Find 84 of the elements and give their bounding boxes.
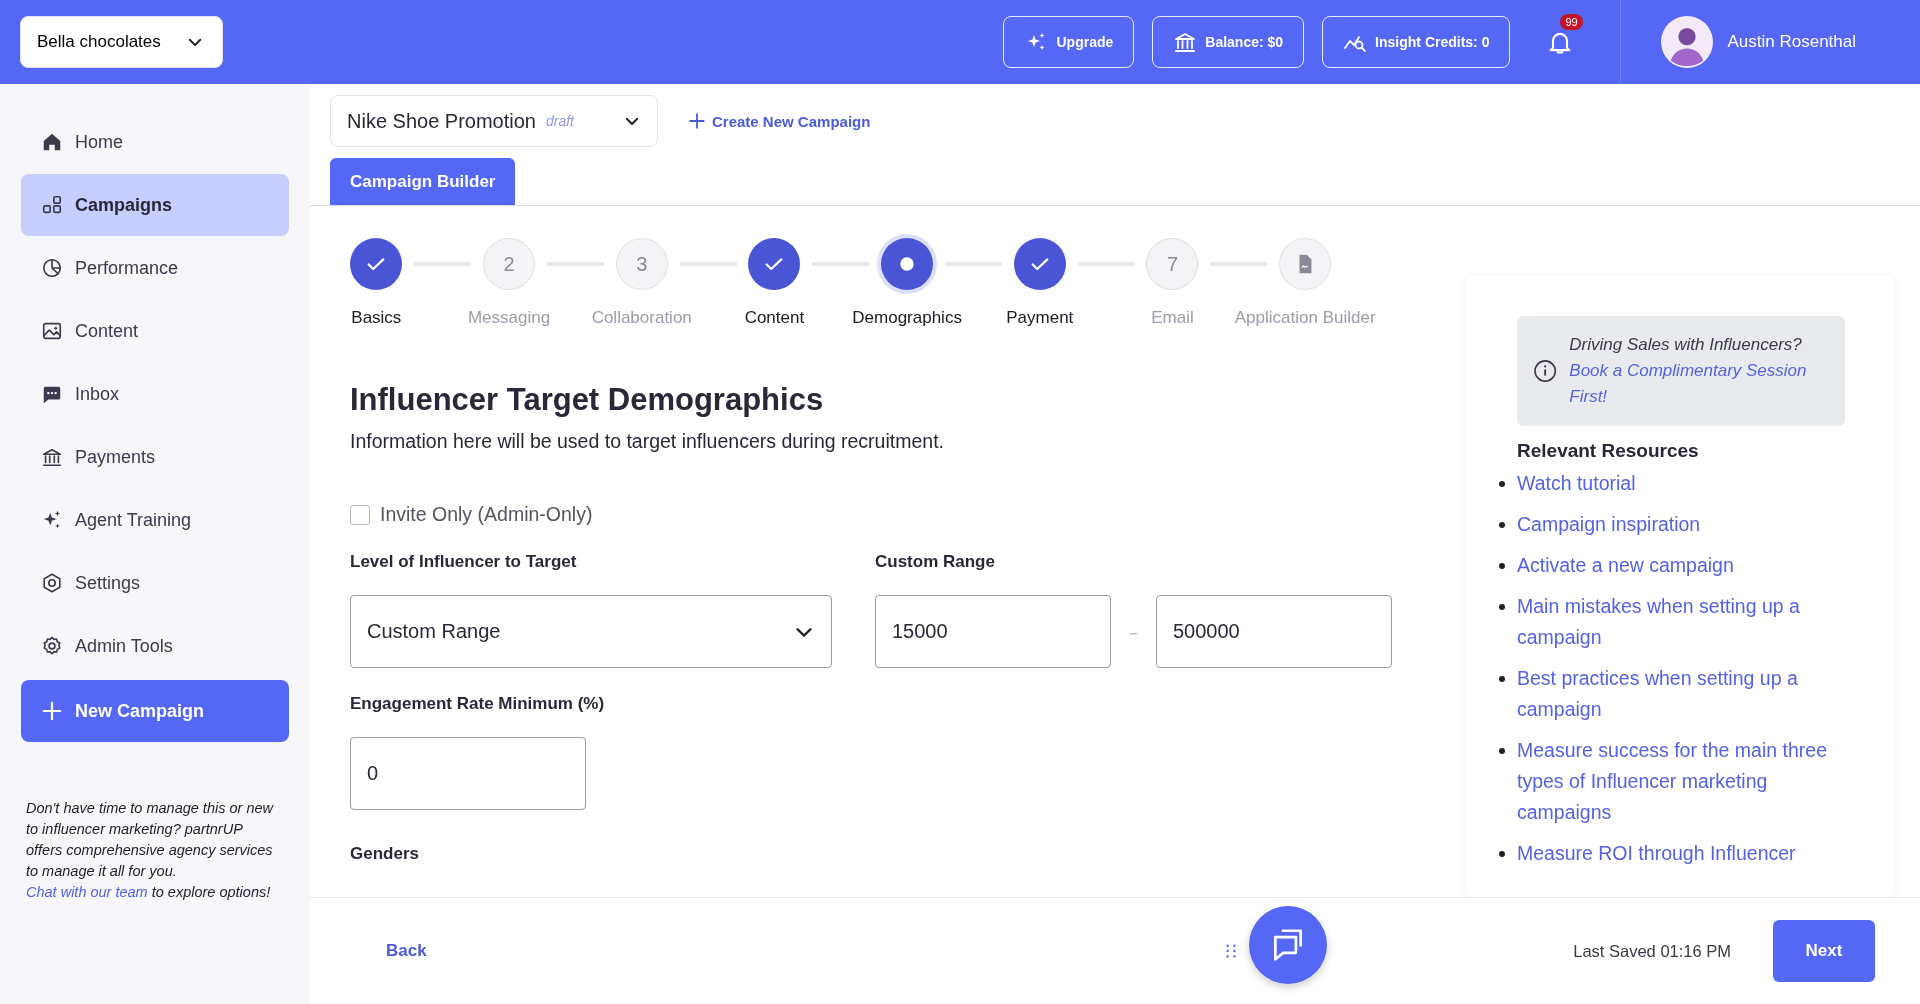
- checkbox-label: Invite Only (Admin-Only): [380, 503, 593, 526]
- nav-item[interactable]: Campaigns: [21, 174, 289, 236]
- input-field[interactable]: 500000: [1156, 595, 1392, 668]
- brand-dropdown[interactable]: Bella chocolates: [20, 16, 223, 68]
- step-label: Collaboration: [591, 308, 692, 328]
- status-label: draft: [546, 113, 574, 129]
- field-label: Level of Influencer to Target: [350, 552, 578, 572]
- bullet-icon: [1499, 676, 1505, 682]
- step-label: Messaging: [467, 308, 551, 328]
- field-label: Engagement Rate Minimum (%): [350, 694, 605, 714]
- nav-item[interactable]: Inbox: [21, 363, 289, 425]
- step-circle[interactable]: [881, 238, 934, 290]
- gear-icon: [41, 635, 63, 657]
- nav-item[interactable]: Settings: [21, 552, 289, 614]
- step-label: Application Builder: [1234, 308, 1376, 328]
- create-campaign-link[interactable]: Create New Campaign: [688, 112, 871, 130]
- field-label: Custom Range: [875, 552, 996, 572]
- step-circle[interactable]: 7: [1146, 238, 1199, 290]
- resource-link[interactable]: Campaign inspiration: [1517, 509, 1857, 540]
- level-dropdown[interactable]: Custom Range: [350, 595, 832, 668]
- range-separator: –: [1129, 621, 1138, 642]
- nav-item[interactable]: Admin Tools: [21, 615, 289, 677]
- nav-item[interactable]: Performance: [21, 237, 289, 299]
- checkbox[interactable]: [350, 504, 370, 525]
- image-icon: [41, 320, 63, 342]
- balance-button[interactable]: Balance: $0: [1152, 16, 1305, 68]
- bank-icon: [1173, 30, 1198, 54]
- user-name: Austin Rosenthal: [1727, 32, 1856, 52]
- plus-icon: [41, 700, 63, 722]
- credits-button[interactable]: Insight Credits: 0: [1322, 16, 1511, 68]
- step-label: Basics: [351, 308, 402, 328]
- resource-link[interactable]: Measure success for the main three types of Influencer marketing campaigns: [1517, 735, 1857, 828]
- step-circle[interactable]: [350, 238, 403, 290]
- nav-item[interactable]: Agent Training: [21, 489, 289, 551]
- step-label: Payment: [1006, 308, 1074, 328]
- bank-icon: [41, 446, 63, 468]
- upgrade-button[interactable]: Upgrade: [1003, 16, 1135, 68]
- pie-chart-icon: [41, 257, 63, 279]
- chat-link[interactable]: Chat with our team: [26, 884, 148, 900]
- grid-icon: [41, 194, 63, 216]
- bullet-icon: [1499, 851, 1505, 857]
- step-circle[interactable]: 2: [483, 238, 536, 290]
- step-circle[interactable]: 3: [615, 238, 668, 290]
- resources-heading: Relevant Resources: [1517, 440, 1700, 462]
- tab[interactable]: Campaign Builder: [330, 158, 516, 205]
- hexagon-icon: [41, 572, 63, 594]
- step-label: Email: [1151, 308, 1194, 328]
- bullet-icon: [1499, 563, 1505, 569]
- nav-item[interactable]: Content: [21, 300, 289, 362]
- bullet-icon: [1499, 481, 1505, 487]
- bullet-icon: [1499, 748, 1505, 754]
- chat-button[interactable]: [1248, 906, 1327, 984]
- step-label: Demographics: [852, 308, 962, 328]
- input-field[interactable]: 15000: [875, 595, 1111, 668]
- help-question: Driving Sales with Influencers?: [1569, 334, 1803, 356]
- step-circle[interactable]: [748, 238, 801, 290]
- booking-link[interactable]: Book a Complimentary Session First!: [1569, 358, 1831, 410]
- next-button[interactable]: Next: [1773, 920, 1875, 982]
- section-description: Information here will be used to target influencers during recruitment.: [350, 430, 945, 453]
- bullet-icon: [1499, 522, 1505, 528]
- input-field[interactable]: 0: [350, 737, 586, 810]
- step-label: Content: [744, 308, 805, 328]
- resource-link[interactable]: Main mistakes when setting up a campaign: [1517, 591, 1857, 653]
- resource-link[interactable]: Measure ROI through Influencer: [1517, 838, 1857, 869]
- plus-icon: [688, 112, 706, 130]
- campaign-dropdown[interactable]: Nike Shoe Promotion draft: [330, 95, 658, 147]
- home-icon: [41, 131, 63, 153]
- new-campaign-button[interactable]: New Campaign: [21, 680, 289, 742]
- avatar-icon: [1661, 16, 1714, 68]
- info-icon: [1533, 358, 1558, 384]
- resource-link[interactable]: Best practices when setting up a campaign: [1517, 663, 1857, 725]
- step-circle[interactable]: [1013, 238, 1066, 290]
- last-saved-text: Last Saved 01:16 PM: [1573, 941, 1731, 961]
- resource-link[interactable]: Activate a new campaign: [1517, 550, 1857, 581]
- field-label: Genders: [350, 844, 420, 864]
- resource-link[interactable]: Watch tutorial: [1517, 468, 1857, 499]
- nav-item[interactable]: Payments: [21, 426, 289, 488]
- section-title: Influencer Target Demographics: [350, 382, 825, 418]
- bullet-icon: [1499, 604, 1505, 610]
- dot-icon: [899, 256, 916, 272]
- back-button[interactable]: Back: [380, 940, 433, 962]
- notification-badge: 99: [1560, 14, 1583, 30]
- promo-text: Don't have time to manage this or new to influencer marketing? partnrUP offers comprehensive agency services to manage it all for you. Chat with our team to explore options!: [26, 799, 275, 902]
- nav-item[interactable]: Home: [21, 111, 289, 173]
